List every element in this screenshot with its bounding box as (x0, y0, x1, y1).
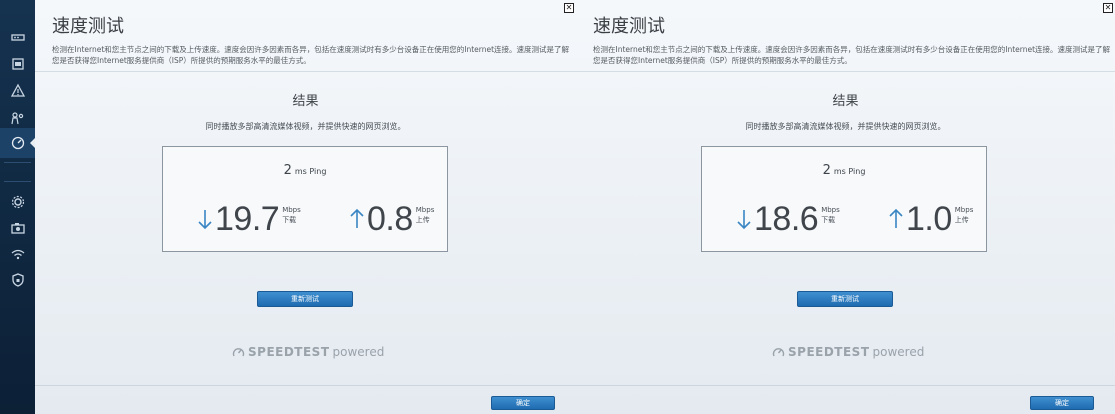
download-unit: Mbps (282, 206, 301, 214)
page-title: 速度测试 (593, 16, 665, 37)
router-icon (10, 34, 25, 41)
sidebar-item-security[interactable] (0, 265, 35, 295)
result-summary: 同时播放多部高清流媒体视频，并提供快速的网页浏览。 (745, 122, 946, 131)
ok-button[interactable]: 确定 (491, 396, 555, 410)
upload-label: 上传 (954, 216, 969, 224)
download-label: 下载 (821, 216, 836, 224)
download-value: 18.6 (754, 199, 819, 238)
sidebar-nav (0, 0, 35, 414)
speedtest-panel-1: ✕ 速度测试 检测在Internet和您主节点之间的下载及上传速度。速度会因许多… (35, 0, 576, 414)
upload-arrow-icon (888, 208, 904, 230)
close-button[interactable]: ✕ (564, 3, 574, 13)
download-arrow-icon (197, 208, 213, 230)
upload-value: 1.0 (906, 199, 952, 238)
page-description: 检测在Internet和您主节点之间的下载及上传速度。速度会因许多因素而各异，包… (52, 45, 570, 65)
parental-controls-icon (10, 112, 23, 125)
sidebar-item-speedtest[interactable] (0, 128, 35, 158)
ping-unit: ms Ping (833, 167, 866, 176)
logo-powered: powered (872, 345, 925, 359)
upload-arrow-icon (349, 208, 365, 230)
result-heading: 结果 (832, 94, 859, 109)
page-description: 检测在Internet和您主节点之间的下载及上传速度。速度会因许多因素而各异，包… (593, 45, 1111, 65)
logo-powered: powered (332, 345, 385, 359)
download-metric: 18.6 Mbps 下载 (736, 199, 840, 239)
upload-unit: Mbps (954, 206, 974, 214)
speedtest-logo: SPEEDTEST powered (232, 345, 384, 359)
sidebar-divider (4, 162, 31, 163)
settings-gear-icon (11, 195, 24, 209)
retest-button[interactable]: 重新测试 (257, 291, 353, 307)
security-shield-icon (11, 273, 24, 287)
result-heading: 结果 (292, 94, 319, 109)
logo-brand: SPEEDTEST (788, 345, 870, 359)
speedtest-icon (11, 136, 24, 150)
upload-unit: Mbps (415, 206, 435, 214)
ping-readout: 2 ms Ping (163, 159, 447, 178)
result-summary: 同时播放多部高清流媒体视频，并提供快速的网页浏览。 (205, 122, 406, 131)
ping-value: 2 (822, 163, 831, 178)
upload-metric: 1.0 Mbps 上传 (888, 199, 973, 239)
retest-button[interactable]: 重新测试 (797, 291, 893, 307)
gauge-icon (232, 347, 245, 356)
device-list-icon (11, 58, 24, 70)
result-card: 2 ms Ping 18.6 Mbps 下载 1.0 Mbps 上传 (701, 146, 987, 252)
result-card: 2 ms Ping 19.7 Mbps 下载 0.8 Mbps 上传 (162, 146, 448, 252)
wifi-icon (11, 249, 24, 260)
speedtest-panel-2: ✕ 速度测试 检测在Internet和您主节点之间的下载及上传速度。速度会因许多… (576, 0, 1115, 414)
sidebar-item-router[interactable] (0, 22, 35, 52)
upload-metric: 0.8 Mbps 上传 (349, 199, 434, 239)
sidebar-item-devices[interactable] (0, 49, 35, 79)
header-divider (576, 71, 1115, 72)
download-arrow-icon (736, 208, 752, 230)
footer-divider (35, 385, 576, 386)
alert-icon (10, 83, 25, 97)
download-metric: 19.7 Mbps 下载 (197, 199, 301, 239)
ping-value: 2 (283, 163, 292, 178)
download-value: 19.7 (215, 199, 280, 238)
close-button[interactable]: ✕ (1103, 3, 1113, 13)
logo-brand: SPEEDTEST (248, 345, 330, 359)
download-unit: Mbps (821, 206, 840, 214)
ping-readout: 2 ms Ping (702, 159, 986, 178)
sidebar-divider (4, 181, 31, 182)
ping-unit: ms Ping (294, 167, 327, 176)
footer-divider (576, 385, 1115, 386)
page-title: 速度测试 (52, 16, 124, 37)
download-label: 下载 (282, 216, 297, 224)
speedtest-logo: SPEEDTEST powered (772, 345, 924, 359)
gauge-icon (772, 347, 785, 356)
upload-value: 0.8 (367, 199, 413, 238)
sidebar-item-alerts[interactable] (0, 76, 35, 106)
upload-label: 上传 (415, 216, 430, 224)
camera-icon (10, 223, 25, 234)
header-divider (35, 71, 576, 72)
ok-button[interactable]: 确定 (1030, 396, 1094, 410)
